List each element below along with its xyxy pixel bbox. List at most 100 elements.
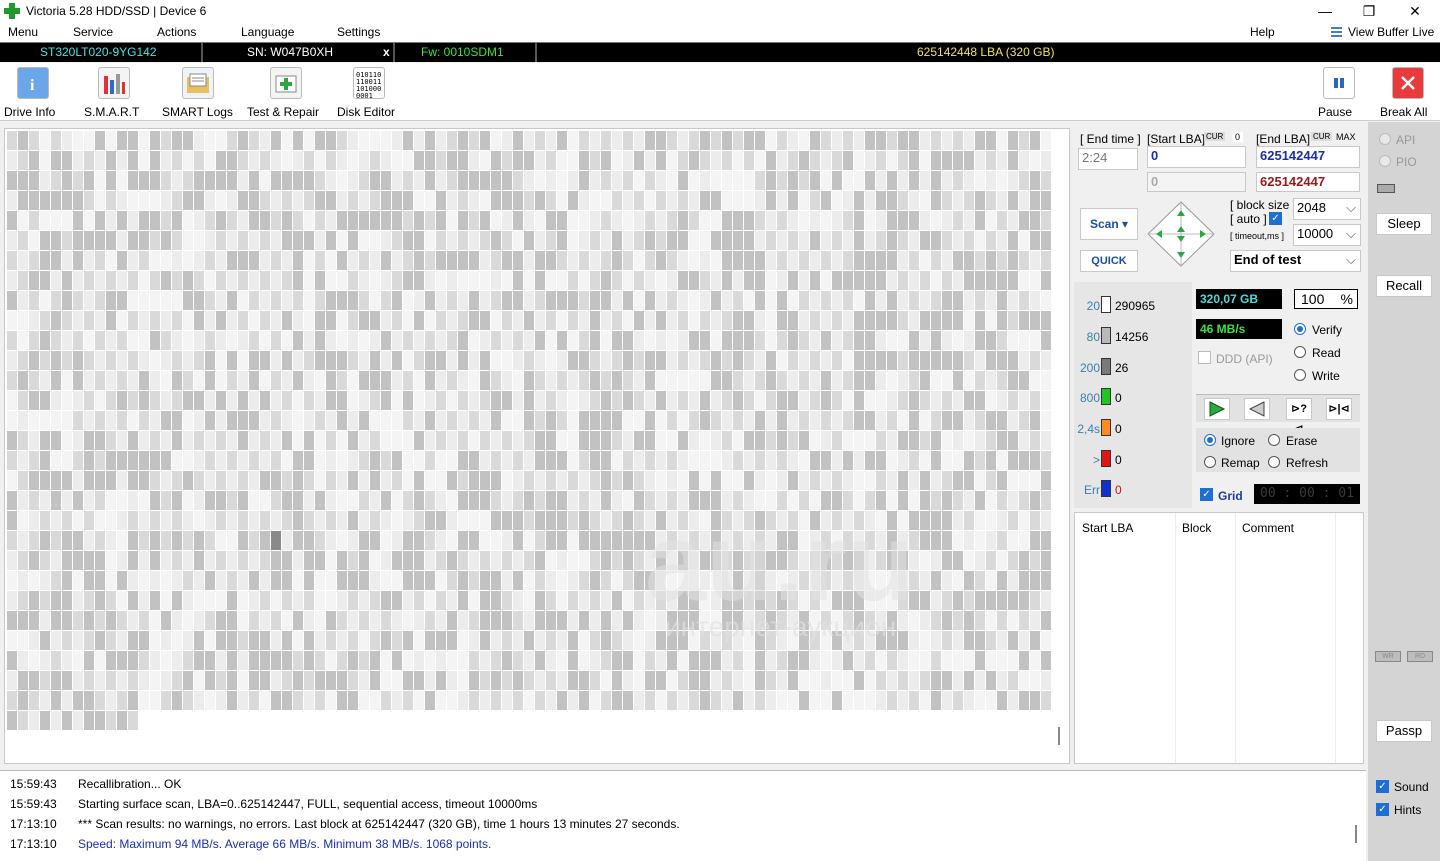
remap-radio[interactable] (1204, 456, 1216, 468)
grid-block (51, 451, 61, 470)
maximize-button[interactable]: ❐ (1346, 0, 1392, 22)
disk-editor-button[interactable]: 010110 110011 101000 0001 Disk Editor (337, 67, 401, 119)
end-seek-button[interactable]: ⊳|⊲ (1326, 398, 1352, 420)
histogram-color-box[interactable] (1101, 296, 1111, 313)
end-time-input[interactable]: 2:24 (1078, 148, 1138, 170)
toolbar: i Drive Info S.M.A.R.T SMART Logs Test &… (0, 63, 1440, 121)
grid-block (854, 371, 864, 390)
menu-actions[interactable]: Actions (157, 25, 196, 39)
histogram-color-box[interactable] (1101, 450, 1111, 467)
grid-block (975, 251, 985, 270)
grid-block (491, 131, 501, 150)
smart-logs-button[interactable]: SMART Logs (162, 67, 234, 119)
eject-button[interactable]: x (383, 45, 390, 59)
ignore-radio[interactable] (1204, 434, 1216, 446)
grid-block (161, 471, 171, 490)
smart-bars-icon (98, 67, 130, 99)
grid-block (436, 231, 446, 250)
auto-checkbox[interactable]: ✓ (1269, 212, 1282, 225)
grid-block (1019, 491, 1029, 510)
timeout-select[interactable]: 10000 ⌵ (1293, 224, 1361, 246)
grid-block (975, 171, 985, 190)
write-radio[interactable] (1294, 369, 1306, 381)
erase-radio[interactable] (1268, 434, 1280, 446)
grid-block (348, 131, 358, 150)
grid-block (403, 151, 413, 170)
start-lba-input[interactable]: 0 (1147, 146, 1246, 168)
col-start-lba[interactable]: Start LBA (1082, 521, 1133, 535)
end-of-test-select[interactable]: End of test ⌵ (1230, 250, 1361, 272)
grid-checkbox[interactable]: ✓ (1200, 488, 1213, 501)
start-lba-current: 0 (1147, 172, 1246, 192)
pio-radio[interactable] (1379, 155, 1391, 167)
menu-service[interactable]: Service (73, 25, 113, 39)
histogram-label: 80 (1086, 330, 1100, 344)
grid-block (942, 391, 952, 410)
grid-block (128, 351, 138, 370)
grid-block (326, 211, 336, 230)
menu-settings[interactable]: Settings (337, 25, 380, 39)
recall-button[interactable]: Recall (1376, 275, 1432, 297)
grid-block (920, 591, 930, 610)
sleep-button[interactable]: Sleep (1376, 213, 1432, 235)
grid-block (293, 291, 303, 310)
log-scrollbar[interactable] (1355, 825, 1357, 843)
play-button[interactable] (1204, 398, 1230, 420)
grid-block (106, 191, 116, 210)
read-radio[interactable] (1294, 346, 1306, 358)
test-repair-button[interactable]: Test & Repair (247, 67, 325, 119)
grid-block (183, 231, 193, 250)
histogram-color-box[interactable] (1101, 327, 1111, 344)
grid-block (579, 371, 589, 390)
grid-block (348, 151, 358, 170)
grid-block (315, 451, 325, 470)
histogram-color-box[interactable] (1101, 358, 1111, 375)
direction-diamond[interactable] (1146, 200, 1216, 268)
menu-menu[interactable]: Menu (8, 25, 38, 39)
grid-block (964, 131, 974, 150)
grid-scrollbar[interactable] (1058, 727, 1060, 745)
block-size-select[interactable]: 2048 ⌵ (1293, 198, 1361, 220)
quick-button[interactable]: QUICK (1080, 250, 1138, 272)
col-block[interactable]: Block (1182, 521, 1211, 535)
verify-radio[interactable] (1294, 323, 1306, 335)
passp-button[interactable]: Passp (1376, 720, 1432, 742)
smart-button[interactable]: S.M.A.R.T (84, 67, 144, 119)
seek-random-button[interactable]: ⊳?⊲ (1286, 398, 1312, 435)
histogram-color-box[interactable] (1101, 419, 1111, 436)
ddd-checkbox[interactable] (1198, 351, 1211, 364)
grid-block (579, 231, 589, 250)
histogram-color-box[interactable] (1101, 388, 1111, 405)
grid-block (920, 171, 930, 190)
grid-block (392, 231, 402, 250)
close-button[interactable]: ✕ (1392, 0, 1438, 22)
grid-block (1019, 651, 1029, 670)
menu-help[interactable]: Help (1250, 25, 1275, 39)
drive-model[interactable]: ST320LT020-9YG142 (40, 45, 157, 59)
col-comment[interactable]: Comment (1242, 521, 1294, 535)
grid-block (337, 631, 347, 650)
grid-block (260, 471, 270, 490)
hints-checkbox[interactable]: ✓ (1376, 803, 1389, 816)
grid-block (161, 311, 171, 330)
grid-block (447, 211, 457, 230)
sound-checkbox[interactable]: ✓ (1376, 780, 1389, 793)
api-radio[interactable] (1379, 133, 1391, 145)
grid-block (40, 511, 50, 530)
minimize-button[interactable]: — (1302, 0, 1348, 22)
pause-button[interactable]: Pause (1318, 67, 1360, 119)
grid-block (1030, 571, 1040, 590)
histogram-color-box[interactable] (1101, 480, 1111, 497)
refresh-radio[interactable] (1268, 456, 1280, 468)
back-button[interactable] (1244, 398, 1270, 420)
grid-block (29, 591, 39, 610)
grid-block (414, 351, 424, 370)
menu-language[interactable]: Language (241, 25, 294, 39)
break-all-button[interactable]: Break All (1380, 67, 1436, 119)
drive-info-button[interactable]: i Drive Info (4, 67, 62, 119)
view-buffer-live-button[interactable]: View Buffer Live (1348, 25, 1434, 39)
grid-block (722, 211, 732, 230)
end-lba-input[interactable]: 625142447 (1256, 146, 1360, 168)
scan-button[interactable]: Scan ▾ (1080, 208, 1138, 240)
pio-label: PIO (1396, 155, 1417, 169)
